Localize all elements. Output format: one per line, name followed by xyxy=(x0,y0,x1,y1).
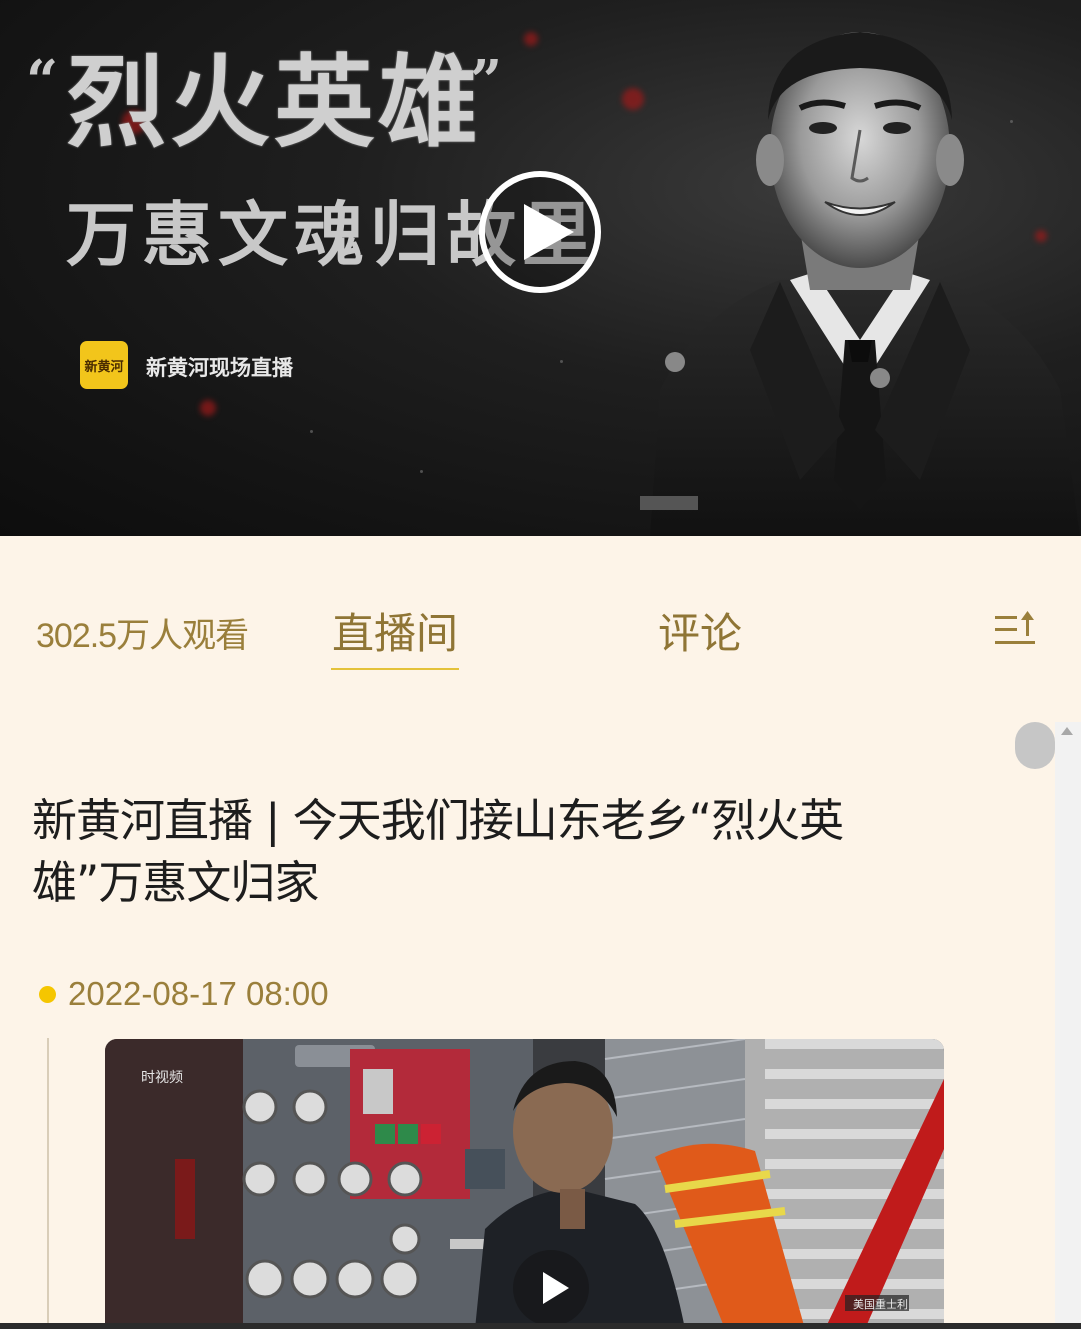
hero-quote-close: ” xyxy=(470,48,503,114)
scrollbar-thumb[interactable] xyxy=(1015,722,1055,769)
tab-comments[interactable]: 评论 xyxy=(658,600,742,661)
scroll-up-arrow-icon[interactable] xyxy=(1061,727,1073,735)
bokeh-dot xyxy=(200,400,216,416)
timeline-line xyxy=(47,1038,49,1329)
post-timestamp: 2022-08-17 08:00 xyxy=(68,975,329,1012)
timeline-dot xyxy=(39,986,56,1003)
brand-logo: 新黄河 xyxy=(80,341,128,389)
speck xyxy=(560,360,563,363)
brand-text: 新黄河现场直播 xyxy=(146,356,293,380)
play-icon[interactable] xyxy=(509,1246,593,1329)
tab-live-room[interactable]: 直播间 xyxy=(331,600,459,661)
video-corner-tag: 美国重士利 xyxy=(853,1298,908,1311)
scrollbar-track[interactable] xyxy=(1055,722,1081,1329)
article-title: 新黄河直播 | 今天我们接山东老乡“烈火英雄”万惠文归家 xyxy=(32,794,844,909)
hero-title-line1: 烈火英雄 xyxy=(66,43,482,161)
hero-video[interactable]: “ 烈火英雄 ” 万惠文魂归故里 新黄河 新黄河现场直播 xyxy=(0,0,1081,536)
speck xyxy=(310,430,313,433)
hero-quote-open: “ xyxy=(26,48,59,114)
video-watermark: 时视频 xyxy=(141,1070,183,1086)
sort-list-icon[interactable] xyxy=(994,610,1036,648)
tab-active-underline xyxy=(331,668,459,670)
play-circle-icon[interactable] xyxy=(478,170,602,294)
bokeh-dot xyxy=(524,32,538,46)
view-count: 302.5万人观看 xyxy=(36,617,249,655)
speck xyxy=(420,470,423,473)
portrait-image xyxy=(640,32,1080,536)
inline-video[interactable]: 时视频 美国重士利 xyxy=(105,1039,944,1329)
bottom-edge-bar xyxy=(0,1323,1081,1329)
